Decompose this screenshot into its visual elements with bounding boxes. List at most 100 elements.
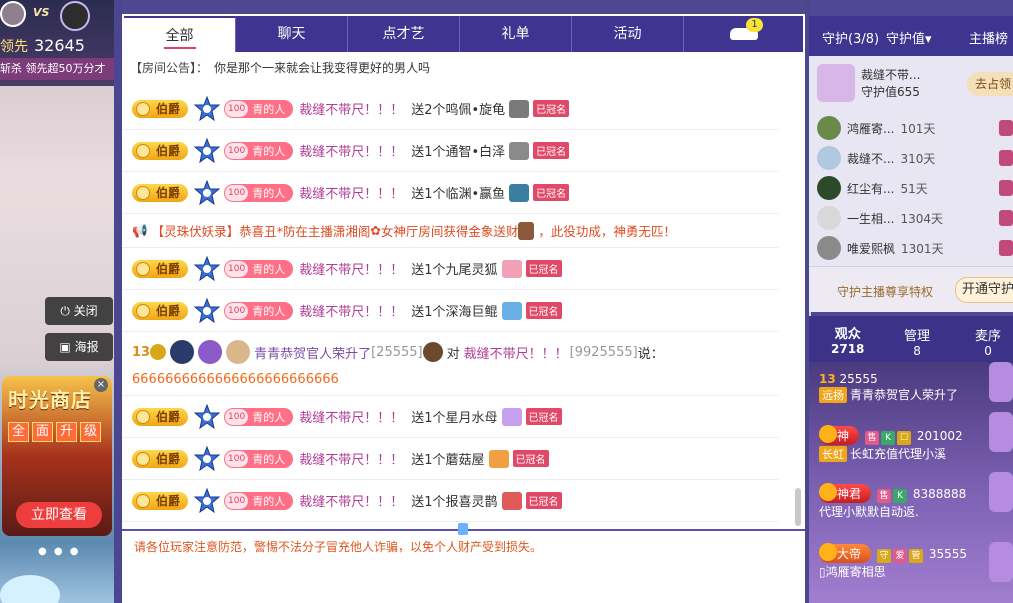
username[interactable]: 裁缝不带尺！！！ (299, 99, 403, 118)
tab-all[interactable]: 全部 (124, 16, 236, 52)
chat-divider (122, 523, 805, 535)
crown-badge: 已冠名 (525, 492, 562, 509)
elephant-icon (518, 221, 535, 240)
tab-managers[interactable]: 管理 8 (904, 325, 930, 358)
power-icon: ⏻ (60, 304, 70, 318)
view-now-button[interactable]: 立即查看 (16, 502, 102, 528)
list-item[interactable]: 大帝守爱管 35555 ▯鸿雁寄相思 (819, 543, 967, 580)
tab-audience[interactable]: 观众 2718 (831, 323, 864, 356)
close-icon[interactable]: × (94, 378, 108, 392)
chat-panel: 全部 聊天 点才艺 礼单 活动 1 【房间公告】： 你是那个一来就会让我变得更好的… (122, 0, 805, 603)
crown-badge: 已冠名 (533, 100, 570, 117)
tab-guard-value[interactable]: 守护值▾ (886, 28, 932, 47)
crown-icon (150, 344, 167, 360)
privilege-link[interactable]: 守护主播尊享特权 (837, 283, 933, 300)
tab-gift-list[interactable]: 礼单 (460, 16, 572, 52)
tab-mic-list[interactable]: 麦序 0 (975, 325, 1001, 358)
star-icon (194, 137, 221, 163)
open-guard-button[interactable]: 开通守护 (955, 277, 1013, 303)
username[interactable]: 裁缝不带尺！！！ (464, 343, 568, 362)
car-badge: 1 (746, 18, 763, 32)
audience-stats: 观众 2718 管理 8 麦序 0 (809, 316, 1013, 362)
tab-car[interactable]: 1 (684, 16, 803, 52)
shield-icon (999, 150, 1013, 166)
floating-bubble[interactable] (0, 575, 60, 603)
fan-badge: 100 青的人 (224, 407, 294, 426)
shop-title: 时光商店 (8, 388, 92, 412)
tab-guard[interactable]: 守护(3/8) (822, 28, 879, 47)
list-item: 伯爵 100 青的人 裁缝不带尺！！！ 送1个星月水母 已冠名 (122, 396, 779, 438)
star-icon (194, 179, 221, 205)
chat-message: 13 青青恭贺官人荣升了 [25555] 对裁缝不带尺！！！ [9925555] 说… (122, 332, 779, 396)
list-item: 伯爵 100 青的人 裁缝不带尺！！！ 送1个报喜灵鹊 已冠名 (122, 480, 779, 522)
username[interactable]: 裁缝不带尺！！！ (299, 449, 403, 468)
star-icon (194, 297, 221, 323)
crown-badge: 已冠名 (512, 450, 549, 467)
crown-badge: 已冠名 (533, 184, 570, 201)
fan-badge: 100 青的人 (224, 141, 294, 160)
system-message: 📢 【灵珠伏妖录】恭喜丑*防在主播潇湘阁 ✿ 女神厅房间获得金象送财 ，此役功成，神勇无… (122, 214, 779, 248)
list-item: 伯爵 100 青的人 裁缝不带尺！！！ 送1个蘑菇屋 已冠名 (122, 438, 779, 480)
guard-item[interactable]: 鸿雁寄... 101天 (817, 116, 935, 140)
star-icon (194, 487, 221, 513)
list-item[interactable]: 神售 K ☐ 201002 长虹 长虹充值代理小溪 (819, 425, 963, 462)
avatar[interactable] (60, 1, 90, 31)
gift-text: 送1个九尾灵狐 (411, 263, 498, 278)
avatar (817, 176, 841, 200)
carousel-dots[interactable]: ● ● ● (38, 546, 81, 557)
chat-scrollbar[interactable] (795, 488, 801, 526)
top-guard[interactable]: 裁缝不带... 守护值655 (817, 64, 920, 102)
username[interactable]: 裁缝不带尺！！！ (299, 491, 403, 510)
pk-ticker: 斩杀 领先超50万分才 (0, 58, 114, 80)
username[interactable]: 裁缝不带尺！！！ (299, 183, 403, 202)
guard-item[interactable]: 裁缝不... 310天 (817, 146, 935, 170)
list-item[interactable]: 神君售 K 8388888 代理小默默自动返. (819, 483, 966, 520)
fan-badge: 100 青的人 (224, 259, 294, 278)
username[interactable]: 裁缝不带尺！！！ (299, 259, 403, 278)
gift-icon (501, 491, 522, 510)
username[interactable]: 裁缝不带尺！！！ (299, 407, 403, 426)
crown-badge: 已冠名 (525, 302, 562, 319)
gift-text: 送1个深海巨鲲 (411, 305, 498, 320)
occupy-button[interactable]: 去占领 (967, 72, 1013, 96)
tab-talent[interactable]: 点才艺 (348, 16, 460, 52)
crown-badge: 已冠名 (525, 260, 562, 277)
side-gift[interactable] (989, 362, 1013, 402)
fan-badge: 100 青的人 (224, 183, 294, 202)
guard-item[interactable]: 唯爱熙枫 1301天 (817, 236, 944, 260)
noble-badge: 伯爵 (132, 259, 189, 278)
tab-activity[interactable]: 活动 (572, 16, 684, 52)
gift-text: 送1个通智•白泽 (411, 145, 506, 160)
left-panel: VS 领先 32645 斩杀 领先超50万分才 ⏻ 关闭 ▣ 海报 × 时光商店 … (0, 0, 114, 603)
time-shop-banner[interactable]: × 时光商店 全面升级 立即查看 (2, 376, 112, 536)
poster-button[interactable]: ▣ 海报 (45, 333, 113, 361)
guard-item[interactable]: 红尘有... 51天 (817, 176, 928, 200)
gift-icon (501, 407, 522, 426)
username[interactable]: 裁缝不带尺！！！ (299, 301, 403, 320)
avatar (817, 146, 841, 170)
avatar (817, 116, 841, 140)
shield-icon (999, 210, 1013, 226)
avatar (817, 64, 855, 102)
close-button[interactable]: ⏻ 关闭 (45, 297, 113, 325)
noble-badge: 伯爵 (132, 491, 189, 510)
image-icon: ▣ (59, 340, 71, 354)
avatar[interactable] (422, 342, 443, 362)
side-gift[interactable] (989, 412, 1013, 452)
guard-item[interactable]: 一生相... 1304天 (817, 206, 943, 230)
username[interactable]: 裁缝不带尺！！！ (299, 141, 403, 160)
list-item[interactable]: 13 25555 远扬 青青恭贺官人荣升了 (819, 372, 958, 403)
tab-chat[interactable]: 聊天 (236, 16, 348, 52)
message-list: 伯爵 100 青的人 裁缝不带尺！！！ 送2个鸣佩•旋龟 已冠名 伯爵 100 青的人 裁缝不带尺… (122, 88, 795, 522)
guard-header: 守护(3/8) 守护值▾ 主播榜 (809, 16, 1013, 56)
side-gift[interactable] (989, 472, 1013, 512)
star-icon (194, 445, 221, 471)
gift-icon (509, 141, 530, 160)
avatar[interactable] (0, 1, 26, 27)
list-item: 伯爵 100 青的人 裁缝不带尺！！！ 送1个九尾灵狐 已冠名 (122, 248, 779, 290)
resize-handle[interactable] (458, 523, 468, 535)
star-icon (194, 403, 221, 429)
side-gift[interactable] (989, 542, 1013, 582)
noble-badge: 伯爵 (132, 99, 189, 118)
tab-anchor-rank[interactable]: 主播榜 (969, 28, 1008, 47)
